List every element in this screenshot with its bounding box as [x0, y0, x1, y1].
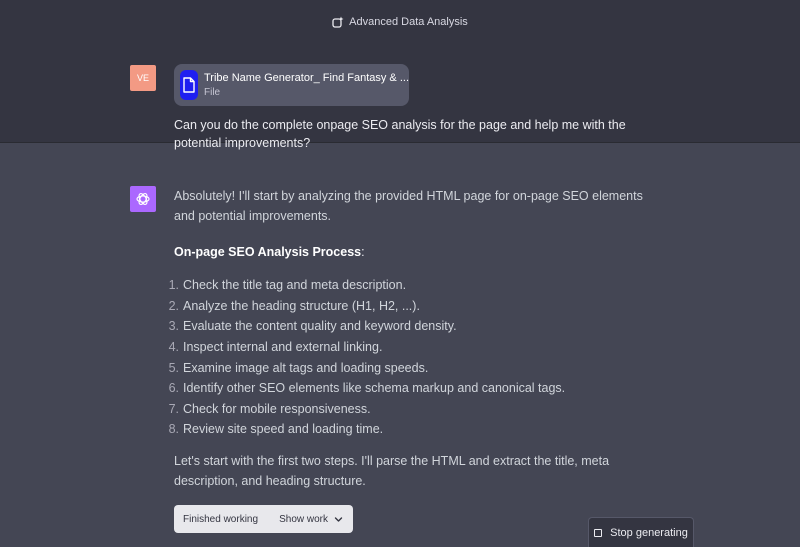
list-item: 6. Identify other SEO elements like schem… — [168, 381, 566, 396]
show-work-button[interactable]: Show work — [279, 514, 343, 525]
list-item: 8. Review site speed and loading time. — [168, 422, 384, 437]
analysis-heading: On-page SEO Analysis Process: — [174, 245, 365, 259]
stop-generating-label: Stop generating — [610, 526, 688, 539]
list-item: 1. Check the title tag and meta descripti… — [168, 278, 407, 293]
steps-list: 1. Check the title tag and meta descripti… — [168, 275, 644, 440]
stop-icon — [594, 528, 603, 537]
file-name: Tribe Name Generator_ Find Fantasy & ... — [203, 72, 409, 84]
list-item: 4. Inspect internal and external linking. — [168, 340, 383, 355]
user-message-text: Can you do the complete onpage SEO analy… — [174, 118, 626, 150]
work-status-label: Finished working — [183, 513, 259, 525]
assistant-intro: Absolutely! I'll start by analyzing the … — [174, 189, 643, 223]
list-item: 3. Evaluate the content quality and keywo… — [168, 319, 457, 334]
assistant-message: Absolutely! I'll start by analyzing the … — [168, 186, 644, 491]
list-item: 5. Examine image alt tags and loading spe… — [168, 360, 429, 375]
openai-logo-icon — [130, 186, 156, 212]
model-label: Advanced Data Analysis — [349, 16, 468, 28]
list-item: 7. Check for mobile responsiveness. — [168, 401, 371, 416]
assistant-closing: Let's start with the first two steps. I'… — [174, 453, 610, 488]
list-item: 2. Analyze the heading structure (H1, H2,… — [168, 298, 420, 313]
document-icon — [180, 70, 198, 100]
file-type: File — [203, 87, 221, 98]
chevron-down-icon — [334, 515, 343, 524]
sparkle-icon — [332, 16, 344, 28]
stop-generating-button[interactable]: Stop generating — [588, 517, 694, 547]
user-message-section: VE Tribe Name Generator_ Find Fantasy & … — [0, 44, 800, 150]
show-work-label: Show work — [279, 513, 328, 525]
work-status-pill: Finished working Show work — [174, 505, 353, 533]
avatar: VE — [130, 65, 156, 91]
file-attachment-card[interactable]: Tribe Name Generator_ Find Fantasy & ...… — [174, 64, 409, 106]
top-bar: Advanced Data Analysis — [0, 0, 800, 44]
